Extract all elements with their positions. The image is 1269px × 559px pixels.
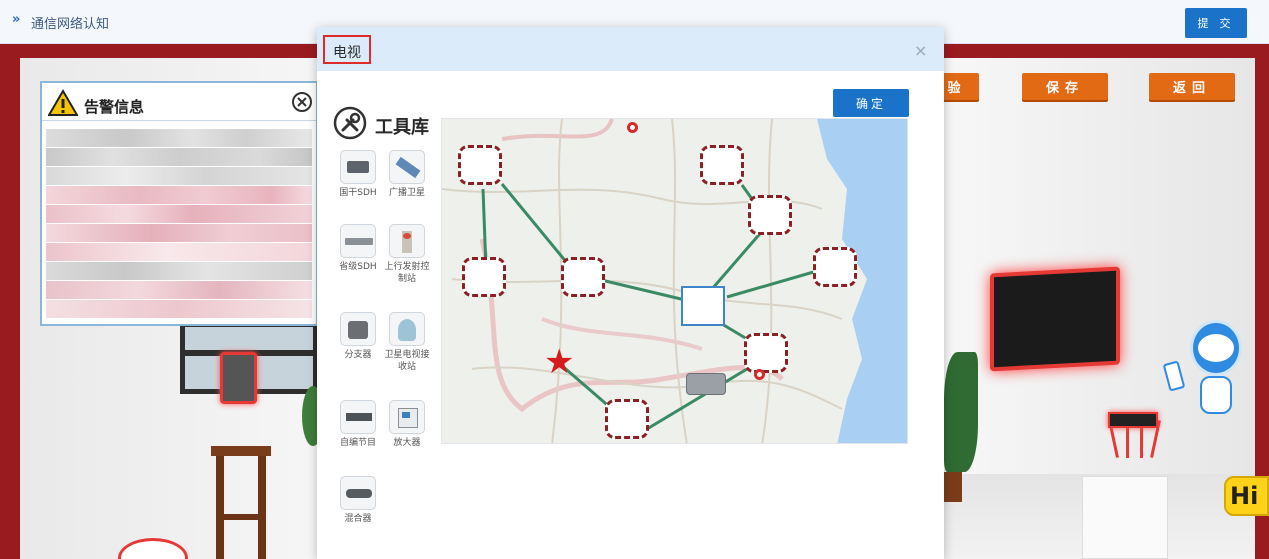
map-node[interactable] [813, 247, 857, 287]
tool-broadcast-satellite[interactable]: 广播卫星 [383, 150, 431, 199]
tool-label: 混合器 [344, 514, 372, 524]
mascot-body [1200, 376, 1232, 414]
tool-label: 上行发射控制站 [384, 262, 430, 284]
tool-mixer[interactable]: 混合器 [334, 476, 382, 525]
tool-amplifier[interactable]: 放大器 [383, 400, 431, 449]
tool-label: 国干SDH [339, 188, 377, 198]
stool [211, 446, 271, 456]
sdh-rack-icon [340, 224, 376, 258]
hi-chat-bubble[interactable]: Hi [1224, 476, 1269, 516]
center-node[interactable] [681, 286, 725, 326]
confirm-button[interactable]: 确定 [833, 89, 909, 117]
alert-panel: 告警信息 [40, 81, 318, 326]
breadcrumb-arrow-icon: » [12, 12, 21, 27]
tv-modal: 电视 × 确定 工具库 国干SDH 广播卫星 省级SDH 上行发射控制站 分支器… [317, 27, 944, 559]
mixer-icon [340, 476, 376, 510]
map-node[interactable] [458, 145, 502, 185]
room-frame-left [0, 44, 20, 559]
tool-label: 广播卫星 [388, 188, 425, 198]
tablet-object[interactable] [220, 352, 257, 404]
alert-header: 告警信息 [42, 83, 316, 121]
tool-splitter[interactable]: 分支器 [334, 312, 382, 361]
map-node[interactable] [462, 257, 506, 297]
television-object[interactable] [990, 266, 1120, 372]
close-icon[interactable] [291, 91, 313, 113]
tool-label: 分支器 [344, 350, 372, 360]
amplifier-icon [389, 400, 425, 434]
alert-content-redacted [46, 129, 312, 319]
warning-icon [48, 89, 78, 116]
city-marker-icon [627, 122, 638, 133]
sdh-device-icon [340, 150, 376, 184]
modal-header: 电视 × [317, 27, 944, 71]
tool-self-program[interactable]: 自编节目 [334, 400, 382, 449]
map-node[interactable] [700, 145, 744, 185]
router-object[interactable] [1108, 412, 1158, 428]
uplink-station-icon [389, 224, 425, 258]
save-button[interactable]: 保存 [1022, 73, 1108, 100]
modal-title: 电视 [323, 35, 371, 64]
tool-uplink-station[interactable]: 上行发射控制站 [383, 224, 431, 285]
placed-device-icon[interactable] [686, 373, 726, 395]
tool-label: 卫星电视接收站 [384, 350, 430, 372]
mascot-face [1198, 334, 1234, 362]
stool-leg [258, 456, 266, 559]
tool-satellite-receiver[interactable]: 卫星电视接收站 [383, 312, 431, 373]
plant-right [944, 352, 978, 472]
map-node[interactable] [561, 257, 605, 297]
router-stand [1082, 476, 1168, 559]
stool-leg [216, 456, 224, 559]
network-map[interactable]: ★ [441, 118, 908, 444]
submit-button[interactable]: 提 交 [1185, 8, 1247, 38]
tool-provincial-sdh[interactable]: 省级SDH [334, 224, 382, 273]
stool-rung [216, 514, 266, 520]
receiver-station-icon [389, 312, 425, 346]
program-box-icon [340, 400, 376, 434]
alert-title: 告警信息 [84, 98, 145, 116]
map-node[interactable] [748, 195, 792, 235]
tool-label: 放大器 [393, 438, 421, 448]
map-node[interactable] [605, 399, 649, 439]
toolbox-icon [333, 106, 367, 140]
satellite-icon [389, 150, 425, 184]
tool-label: 省级SDH [339, 262, 377, 272]
toolbox-title: 工具库 [375, 117, 429, 138]
back-button[interactable]: 返回 [1149, 73, 1235, 100]
tool-label: 自编节目 [339, 438, 376, 448]
splitter-icon [340, 312, 376, 346]
breadcrumb[interactable]: 通信网络认知 [31, 13, 109, 32]
tool-national-sdh[interactable]: 国干SDH [334, 150, 382, 199]
plant-pot [944, 472, 962, 502]
city-marker-icon [754, 369, 765, 380]
modal-close-icon[interactable]: × [914, 41, 927, 60]
map-node[interactable] [744, 333, 788, 373]
star-marker-icon: ★ [544, 342, 575, 382]
